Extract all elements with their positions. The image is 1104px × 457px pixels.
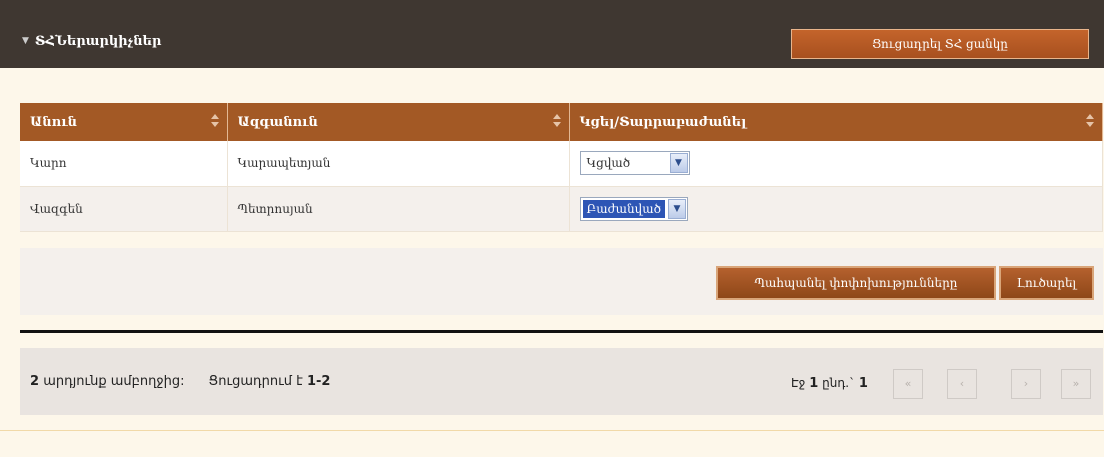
cell-last-name: Կարապետյան [227, 141, 570, 187]
chevron-down-icon[interactable]: ▼ [668, 198, 686, 219]
results-info: 2 արդյունք ամբողջից: Ցուցադրում է 1-2 [30, 374, 331, 389]
cancel-button[interactable]: Լուծարել [999, 266, 1094, 300]
prev-page-button[interactable]: ‹ [947, 369, 977, 399]
show-list-button[interactable]: Ցուցադրել ՏՀ ցանկը [791, 29, 1089, 59]
cell-status: Կցված ▼ [569, 141, 1103, 187]
pagination-bar: 2 արդյունք ամբողջից: Ցուցադրում է 1-2 Էջ … [20, 348, 1103, 415]
action-bar: Պահպանել փոփոխությունները Լուծարել [20, 248, 1103, 315]
cell-last-name: Պետրոսյան [227, 186, 570, 232]
collapse-triangle-icon[interactable]: ▼ [22, 36, 29, 46]
status-select[interactable]: Բաժանված ▼ [579, 196, 688, 221]
users-table: Անուն Ազգանուն Կցել/Տարրաբաժանել Կարո Կա… [20, 103, 1103, 232]
cell-first-name: Կարո [20, 141, 228, 187]
status-select[interactable]: Կցված ▼ [579, 151, 690, 176]
next-page-button[interactable]: › [1011, 369, 1041, 399]
column-header-first-name[interactable]: Անուն [20, 103, 228, 141]
page-header: ▼ ՏՀՆերարկիչներ Ցուցադրել ՏՀ ցանկը [0, 0, 1104, 68]
footer-line [0, 430, 1104, 431]
chevron-down-icon[interactable]: ▼ [669, 153, 688, 174]
column-header-attach[interactable]: Կցել/Տարրաբաժանել [569, 103, 1103, 141]
first-page-button[interactable]: « [893, 369, 923, 399]
save-changes-button[interactable]: Պահպանել փոփոխությունները [716, 266, 996, 300]
sort-icon[interactable] [552, 114, 561, 127]
column-header-last-name[interactable]: Ազգանուն [227, 103, 570, 141]
sort-icon[interactable] [1086, 114, 1094, 127]
cell-first-name: Վազգեն [20, 186, 228, 232]
page-info: Էջ 1 ընդ.` 1 [791, 376, 868, 391]
section-title-text: ՏՀՆերարկիչներ [34, 34, 162, 49]
cell-status: Բաժանված ▼ [569, 186, 1103, 232]
sort-icon[interactable] [210, 114, 219, 127]
table-row: Կարո Կարապետյան Կցված ▼ [20, 141, 1103, 187]
table-row: Վազգեն Պետրոսյան Բաժանված ▼ [20, 186, 1103, 232]
last-page-button[interactable]: » [1061, 369, 1091, 399]
section-title[interactable]: ▼ ՏՀՆերարկիչներ [22, 34, 161, 49]
divider [20, 330, 1103, 333]
